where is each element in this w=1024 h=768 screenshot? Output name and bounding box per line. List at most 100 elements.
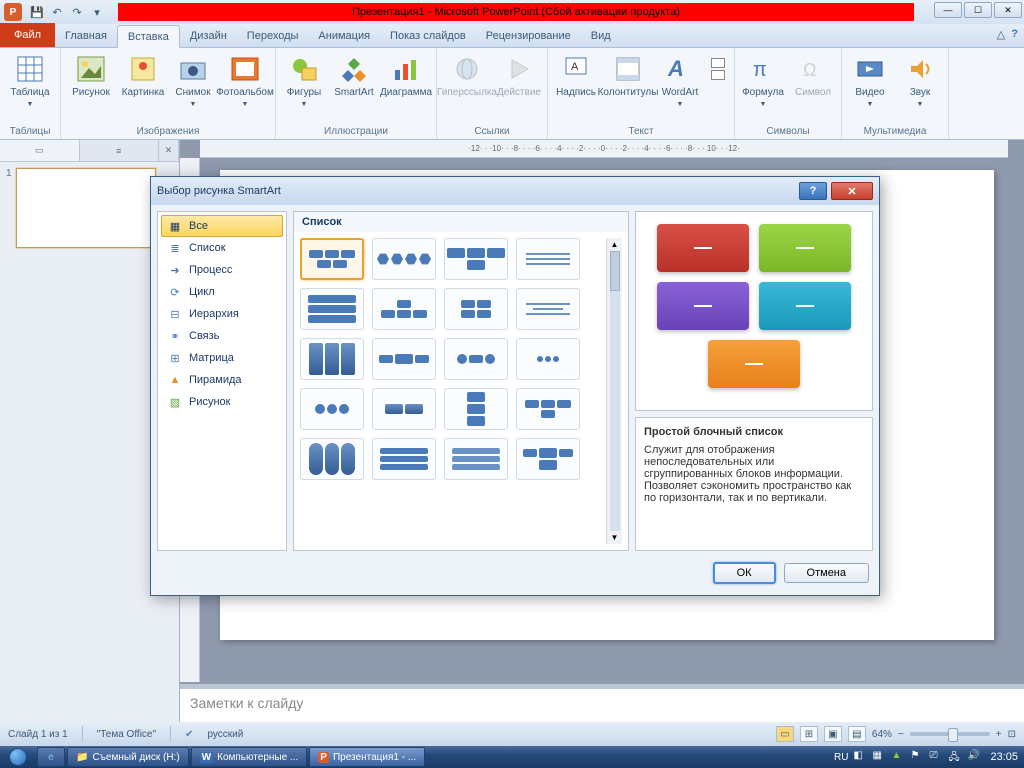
tray-network-icon[interactable]: 🖧 [948,750,962,764]
layout-thumb[interactable] [372,288,436,330]
dialog-help-button[interactable]: ? [799,182,827,200]
status-language[interactable]: русский [207,729,243,740]
layout-thumb[interactable] [516,338,580,380]
screenshot-button[interactable]: Снимок▼ [171,51,215,112]
zoom-out-button[interactable]: − [898,729,904,740]
normal-view-button[interactable]: ▭ [776,726,794,742]
slide-thumbnail[interactable] [16,168,156,248]
wordart-button[interactable]: AWordArt▼ [658,51,702,112]
tray-icon[interactable]: ▲ [891,750,905,764]
grid-scrollbar[interactable]: ▲ ▼ [606,238,622,544]
dialog-close-button[interactable]: ✕ [831,182,873,200]
category-picture[interactable]: ▧Рисунок [161,391,283,413]
audio-button[interactable]: Звук▼ [898,51,942,112]
category-relationship[interactable]: ⚭Связь [161,325,283,347]
redo-icon[interactable]: ↷ [68,3,86,21]
category-cycle[interactable]: ⟳Цикл [161,281,283,303]
tray-icon[interactable]: ◧ [853,750,867,764]
tray-lang[interactable]: RU [834,752,848,763]
zoom-in-button[interactable]: + [996,729,1002,740]
tab-insert[interactable]: Вставка [117,25,180,48]
textbox-button[interactable]: AНадпись [554,51,598,100]
dialog-titlebar[interactable]: Выбор рисунка SmartArt ? ✕ [151,177,879,205]
layout-thumb[interactable] [444,388,508,430]
layout-thumb[interactable] [516,238,580,280]
category-list-item[interactable]: ≣Список [161,237,283,259]
zoom-level[interactable]: 64% [872,729,892,740]
layout-thumb[interactable] [444,338,508,380]
layout-thumb[interactable] [300,288,364,330]
undo-icon[interactable]: ↶ [48,3,66,21]
layout-thumb[interactable] [516,438,580,480]
headerfooter-button[interactable]: Колонтитулы [604,51,652,100]
layout-thumb[interactable] [444,438,508,480]
layout-thumb[interactable] [372,438,436,480]
ribbon-minimize-icon[interactable]: △ [997,28,1005,41]
layout-thumb[interactable] [300,388,364,430]
taskbar-item[interactable]: WКомпьютерные ... [191,747,308,767]
tab-slideshow[interactable]: Показ слайдов [380,24,476,47]
tray-volume-icon[interactable]: 🔊 [967,750,981,764]
category-all[interactable]: ▦Все [161,215,283,237]
chart-button[interactable]: Диаграмма [382,51,430,100]
maximize-button[interactable]: ☐ [964,2,992,18]
layout-thumb[interactable] [300,438,364,480]
spellcheck-icon[interactable]: ✔ [185,729,193,740]
ie-pinned[interactable]: e [37,747,65,767]
video-button[interactable]: Видео▼ [848,51,892,112]
layout-thumb[interactable] [516,388,580,430]
reading-view-button[interactable]: ▣ [824,726,842,742]
photoalbum-button[interactable]: Фотоальбом▼ [221,51,269,112]
ok-button[interactable]: ОК [713,562,776,584]
tab-design[interactable]: Дизайн [180,24,237,47]
cancel-button[interactable]: Отмена [784,563,869,583]
scroll-down-icon[interactable]: ▼ [611,533,619,542]
outline-tab[interactable]: ≡ [80,140,160,161]
tab-animation[interactable]: Анимация [308,24,380,47]
layout-thumb[interactable] [372,338,436,380]
layout-thumb[interactable] [516,288,580,330]
layout-thumb[interactable] [300,338,364,380]
save-icon[interactable]: 💾 [28,3,46,21]
layout-thumb[interactable] [372,238,436,280]
layout-thumb[interactable] [444,288,508,330]
equation-button[interactable]: πФормула▼ [741,51,785,112]
category-pyramid[interactable]: ▲Пирамида [161,369,283,391]
layout-thumb[interactable] [372,388,436,430]
tab-home[interactable]: Главная [55,24,117,47]
taskbar-item[interactable]: PПрезентация1 - ... [309,747,425,767]
tab-view[interactable]: Вид [581,24,621,47]
layout-thumb[interactable] [444,238,508,280]
tray-icon[interactable]: ▦ [872,750,886,764]
taskbar-item[interactable]: 📁Съемный диск (H:) [67,747,189,767]
slideshow-view-button[interactable]: ▤ [848,726,866,742]
sorter-view-button[interactable]: ⊞ [800,726,818,742]
clipart-button[interactable]: Картинка [121,51,165,100]
category-hierarchy[interactable]: ⊟Иерархия [161,303,283,325]
shapes-button[interactable]: Фигуры▼ [282,51,326,112]
fit-window-button[interactable]: ⊡ [1008,729,1016,740]
minimize-button[interactable]: — [934,2,962,18]
zoom-slider[interactable] [910,732,990,736]
layout-thumb[interactable] [300,238,364,280]
smartart-button[interactable]: SmartArt [332,51,376,100]
tray-icon[interactable]: ⎚ [929,750,943,764]
category-process[interactable]: ➜Процесс [161,259,283,281]
help-icon[interactable]: ? [1011,28,1018,41]
qat-menu-icon[interactable]: ▾ [88,3,106,21]
tab-transitions[interactable]: Переходы [237,24,309,47]
panel-close[interactable]: ✕ [159,140,179,161]
notes-area[interactable]: Заметки к слайду [180,684,1024,722]
close-button[interactable]: ✕ [994,2,1022,18]
category-matrix[interactable]: ⊞Матрица [161,347,283,369]
table-button[interactable]: Таблица▼ [6,51,54,112]
slides-tab[interactable]: ▭ [0,140,80,161]
file-tab[interactable]: Файл [0,23,55,47]
start-button[interactable] [0,746,36,768]
scroll-up-icon[interactable]: ▲ [611,240,619,249]
tray-icon[interactable]: ⚑ [910,750,924,764]
tray-clock[interactable]: 23:05 [990,751,1018,763]
tab-review[interactable]: Рецензирование [476,24,581,47]
picture-button[interactable]: Рисунок [67,51,115,100]
text-more-button[interactable] [708,51,728,89]
